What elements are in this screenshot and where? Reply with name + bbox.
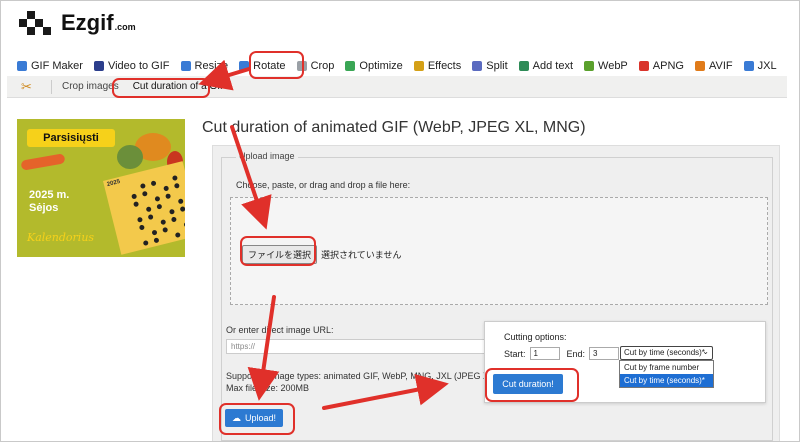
browser-page: Ezgif .com GIF Maker Video to GIF Resize Ro… bbox=[0, 0, 800, 442]
arrow-to-choose-file bbox=[230, 125, 272, 230]
arrow-to-cut-duration bbox=[198, 59, 251, 91]
annotation-arrows bbox=[198, 59, 449, 410]
arrow-to-upload bbox=[247, 295, 280, 401]
arrow-to-cut-button bbox=[322, 373, 449, 410]
